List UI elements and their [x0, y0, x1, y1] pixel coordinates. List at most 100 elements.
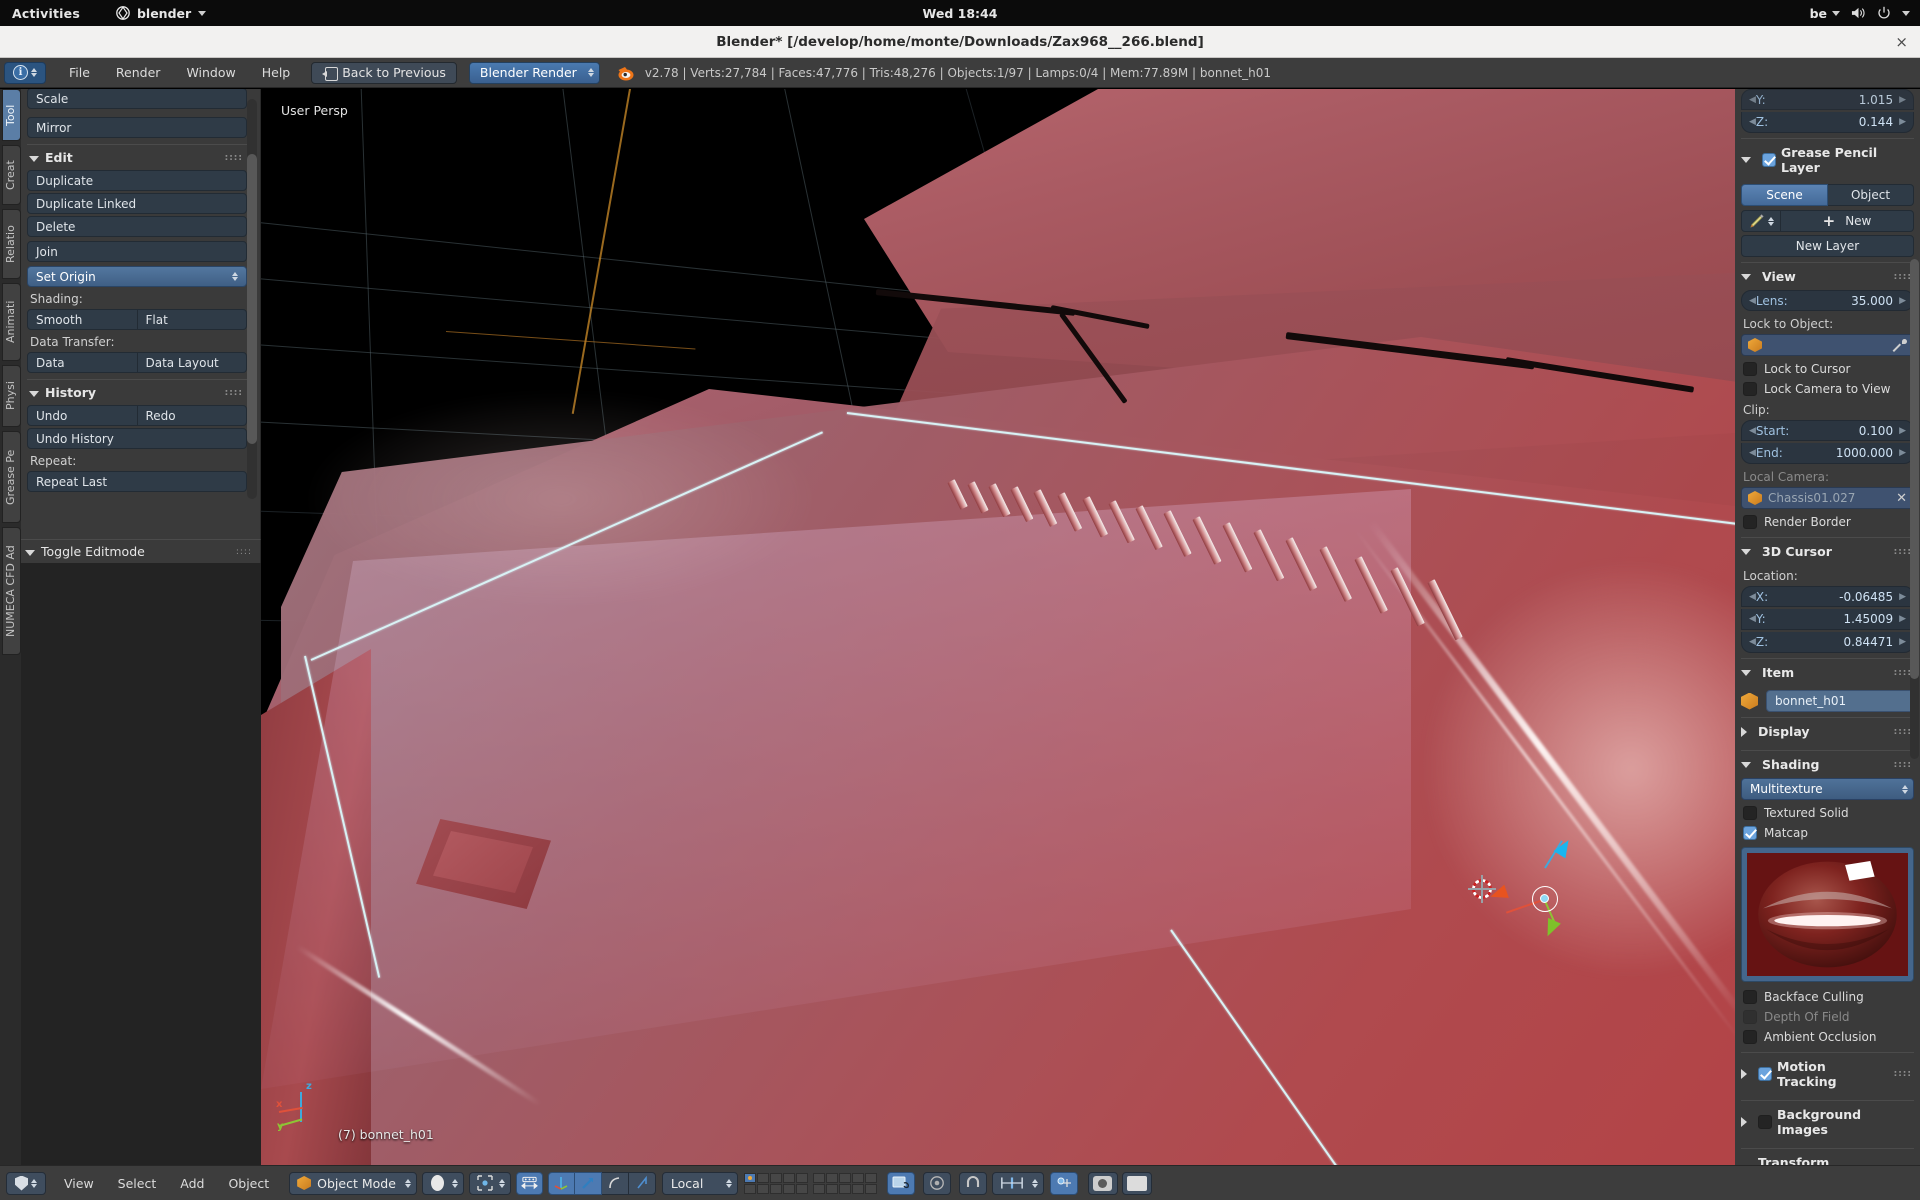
decrement-arrow-icon[interactable]: ◀	[1749, 117, 1756, 127]
volume-icon[interactable]	[1851, 6, 1866, 20]
sidebar-tab-tool[interactable]: Tool	[2, 89, 21, 141]
viewport-shading-selector[interactable]	[421, 1171, 464, 1195]
increment-arrow-icon[interactable]: ▶	[1899, 296, 1906, 306]
render-engine-selector[interactable]: Blender Render	[468, 61, 600, 84]
scene-layers-widget[interactable]	[743, 1172, 877, 1194]
close-icon[interactable]: ×	[1895, 33, 1908, 51]
clip-end-field[interactable]: ◀ End: 1000.000 ▶	[1741, 443, 1914, 464]
transform-orientation-selector[interactable]: Local	[661, 1171, 738, 1195]
render-image-button[interactable]	[1087, 1171, 1118, 1195]
decrement-arrow-icon[interactable]: ◀	[1749, 637, 1756, 647]
increment-arrow-icon[interactable]: ▶	[1899, 637, 1906, 647]
matcap-preview-selector[interactable]	[1741, 847, 1914, 982]
render-border-checkbox[interactable]	[1743, 515, 1757, 529]
increment-arrow-icon[interactable]: ▶	[1899, 448, 1906, 458]
item-section-header[interactable]: Item ::::	[1741, 658, 1914, 686]
decrement-arrow-icon[interactable]: ◀	[1749, 614, 1756, 624]
lock-object-modes-toggle[interactable]	[886, 1171, 915, 1195]
shade-smooth-button[interactable]: Smooth	[27, 309, 138, 330]
menu-file[interactable]: File	[56, 58, 103, 88]
3d-viewport[interactable]: User Persp (7) bonnet_h01 z x y	[261, 89, 1735, 1165]
menu-help[interactable]: Help	[249, 58, 304, 88]
increment-arrow-icon[interactable]: ▶	[1899, 95, 1906, 105]
interaction-mode-selector[interactable]: Object Mode	[289, 1171, 417, 1195]
background-images-checkbox[interactable]	[1758, 1115, 1772, 1129]
keyboard-layout-indicator[interactable]: be	[1810, 6, 1840, 21]
menu-object[interactable]: Object	[216, 1176, 281, 1191]
sidebar-tab-relations[interactable]: Relatio	[2, 209, 21, 279]
shading-method-dropdown[interactable]: Multitexture	[1741, 778, 1914, 800]
decrement-arrow-icon[interactable]: ◀	[1749, 448, 1756, 458]
cursor-z-field[interactable]: ◀ Z: 0.84471 ▶	[1741, 632, 1914, 653]
tool-scale-button[interactable]: Scale	[27, 89, 247, 109]
snap-target-toggle[interactable]	[1049, 1171, 1078, 1195]
shade-flat-button[interactable]: Flat	[137, 309, 247, 330]
editor-type-selector-3dview[interactable]	[6, 1171, 46, 1195]
transform-manipulator[interactable]	[1468, 836, 1598, 947]
power-icon[interactable]	[1877, 6, 1891, 20]
grease-pencil-checkbox[interactable]	[1762, 153, 1776, 167]
manipulator-arrow-y[interactable]	[1541, 917, 1561, 940]
clear-icon[interactable]: ✕	[1896, 491, 1907, 506]
editor-type-selector[interactable]: i	[4, 61, 46, 84]
repeat-last-button[interactable]: Repeat Last	[27, 471, 247, 492]
grease-pencil-new-button[interactable]: + New	[1781, 210, 1914, 232]
manipulator-arrow-z[interactable]	[1553, 836, 1575, 859]
manipulator-center-dot[interactable]	[1540, 894, 1549, 903]
cursor-x-field[interactable]: ◀ X: -0.06485 ▶	[1741, 586, 1914, 607]
grease-pencil-datablock-selector[interactable]	[1741, 210, 1781, 232]
local-camera-field[interactable]: Chassis01.027 ✕	[1741, 487, 1914, 509]
translate-manipulator-toggle[interactable]	[547, 1171, 575, 1195]
pivot-align-toggle[interactable]	[515, 1171, 543, 1195]
undo-history-button[interactable]: Undo History	[27, 428, 247, 449]
decrement-arrow-icon[interactable]: ◀	[1749, 296, 1756, 306]
render-animation-button[interactable]	[1121, 1171, 1152, 1195]
clip-start-field[interactable]: ◀ Start: 0.100 ▶	[1741, 420, 1914, 441]
motion-tracking-section-header[interactable]: Motion Tracking ::::	[1741, 1052, 1914, 1095]
render-border-row[interactable]: Render Border	[1741, 512, 1914, 532]
matcap-row[interactable]: Matcap	[1741, 823, 1914, 843]
lock-to-object-field[interactable]	[1741, 334, 1914, 356]
grease-pencil-layer-header[interactable]: Grease Pencil Layer	[1741, 138, 1914, 181]
manipulator-extra-toggle[interactable]	[628, 1171, 656, 1195]
menu-render[interactable]: Render	[103, 58, 174, 88]
delete-button[interactable]: Delete	[27, 216, 247, 237]
increment-arrow-icon[interactable]: ▶	[1899, 614, 1906, 624]
data-button[interactable]: Data	[27, 352, 138, 373]
system-menu-chevron-icon[interactable]	[1902, 10, 1910, 16]
decrement-arrow-icon[interactable]: ◀	[1749, 592, 1756, 602]
gp-source-object[interactable]: Object	[1828, 184, 1914, 206]
proportional-edit-toggle[interactable]	[922, 1171, 951, 1195]
sidebar-tab-create[interactable]: Creat	[2, 145, 21, 205]
decrement-arrow-icon[interactable]: ◀	[1749, 95, 1756, 105]
lock-to-cursor-row[interactable]: Lock to Cursor	[1741, 359, 1914, 379]
gp-source-scene[interactable]: Scene	[1741, 184, 1828, 206]
rotate-manipulator-toggle[interactable]	[574, 1171, 602, 1195]
decrement-arrow-icon[interactable]: ◀	[1749, 426, 1756, 436]
new-layer-button[interactable]: New Layer	[1741, 235, 1914, 257]
data-layout-button[interactable]: Data Layout	[137, 352, 247, 373]
edit-section-header[interactable]: Edit ::::	[27, 144, 247, 170]
menu-view[interactable]: View	[52, 1176, 106, 1191]
backface-culling-checkbox[interactable]	[1743, 990, 1757, 1004]
3d-cursor-section-header[interactable]: 3D Cursor ::::	[1741, 537, 1914, 565]
textured-solid-checkbox[interactable]	[1743, 806, 1757, 820]
cursor-y-field[interactable]: ◀ Y: 1.45009 ▶	[1741, 609, 1914, 630]
clipped-y-field[interactable]: ◀ Y: 1.015 ▶	[1741, 89, 1914, 110]
tool-shelf-scrollbar[interactable]	[247, 99, 257, 499]
tool-mirror-button[interactable]: Mirror	[27, 117, 247, 138]
lock-camera-to-view-row[interactable]: Lock Camera to View	[1741, 379, 1914, 399]
matcap-checkbox[interactable]	[1743, 826, 1757, 840]
layer-block-1[interactable]	[743, 1172, 808, 1194]
set-origin-dropdown[interactable]: Set Origin	[27, 266, 247, 287]
menu-add[interactable]: Add	[168, 1176, 216, 1191]
shading-section-header[interactable]: Shading ::::	[1741, 750, 1914, 778]
increment-arrow-icon[interactable]: ▶	[1899, 426, 1906, 436]
duplicate-linked-button[interactable]: Duplicate Linked	[27, 193, 247, 214]
sidebar-tab-physics[interactable]: Physi	[2, 365, 21, 427]
sidebar-tab-grease-pencil[interactable]: Grease Pe	[2, 431, 21, 523]
history-section-header[interactable]: History ::::	[27, 379, 247, 405]
sidebar-tab-animation[interactable]: Animati	[2, 283, 21, 361]
join-button[interactable]: Join	[27, 241, 247, 262]
undo-button[interactable]: Undo	[27, 405, 138, 426]
